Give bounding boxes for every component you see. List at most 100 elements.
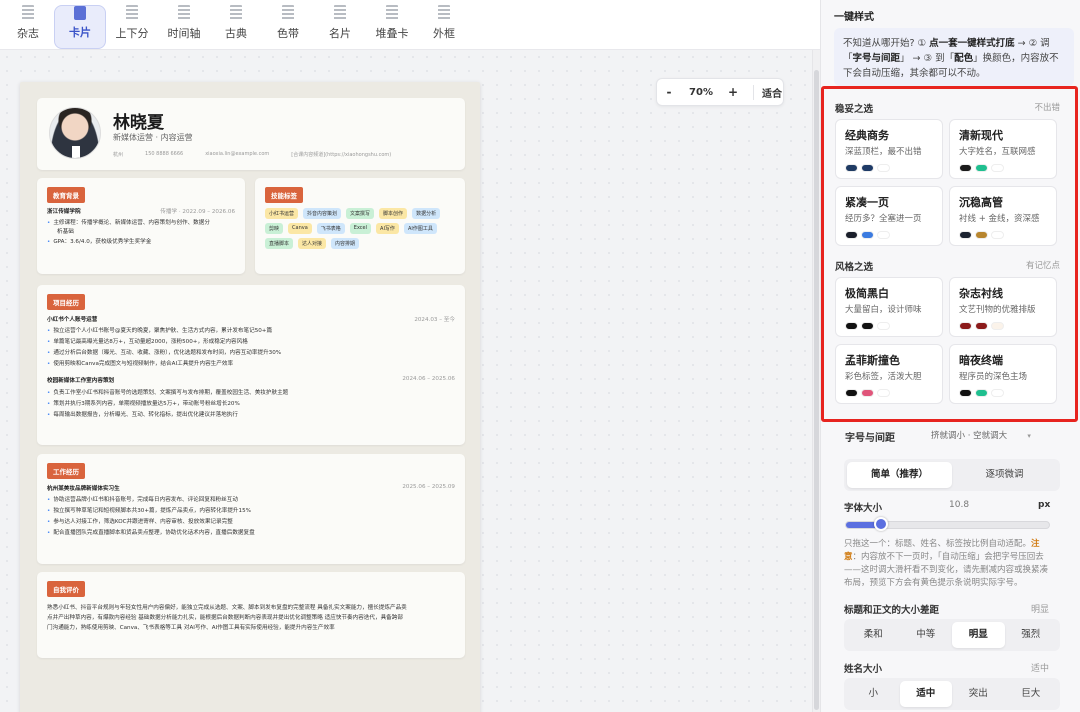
template-tab[interactable]: 外框 [418, 5, 470, 49]
education-bullet-cont: 析基础 [57, 229, 74, 235]
contact-phone: 150 8888 6666 [145, 151, 184, 157]
highlight-box [821, 86, 1078, 422]
template-tab[interactable]: 卡片 [54, 5, 106, 49]
template-tab[interactable]: 名片 [314, 5, 366, 49]
section-tag: 工作经历 [47, 463, 85, 479]
skill-tag: 抖音内容策划 [303, 208, 342, 219]
note-text: 只拖这一个：标题、姓名、标签按比例自动适配。 [844, 539, 1032, 549]
self-evaluation-line: 门沟通能力，熟练使用剪映、Canva、飞书表格等工具 对AI写作、AI作图工具有… [47, 625, 335, 631]
hint-emphasis: 配色 [954, 53, 974, 64]
template-tab[interactable]: 杂志 [2, 5, 54, 49]
segment-option[interactable]: 明显 [952, 622, 1005, 648]
segment-option[interactable]: 适中 [899, 681, 952, 707]
work-bullet: 独立撰写种草笔记和短视频脚本共30+篇，提炼产品卖点，内容转化率提升15% [47, 506, 251, 514]
name-size-label: 姓名大小 [844, 664, 883, 675]
skills-section: 技能标签 小红书运营 抖音内容策划 文案撰写 脚本创作 数据分析 剪映 Canva 飞书表格 E… [255, 178, 465, 274]
template-label: 古典 [225, 27, 247, 40]
template-tab[interactable]: 堆叠卡 [366, 5, 418, 49]
section-tag: 技能标签 [265, 187, 303, 203]
hint-emphasis: 点一套一键样式打底 [929, 38, 1015, 49]
template-icon [386, 5, 398, 21]
template-tab[interactable]: 古典 [210, 5, 262, 49]
hint-text: 」 → ③ 到「 [900, 53, 955, 64]
contrast-selector: 柔和 中等 明显 强烈 [844, 619, 1060, 651]
skill-tag: 剪映 [265, 223, 284, 234]
zoom-fit-button[interactable]: 适合 [753, 84, 782, 100]
self-evaluation-section: 自我评价 熟悉小红书、抖音平台规则与年轻女性用户内容偏好，能独立完成从选题、文案… [37, 572, 465, 658]
font-section-dropdown[interactable]: 挤就调小 · 空就调大 [931, 429, 1031, 441]
skill-tag: 脚本创作 [379, 208, 408, 219]
segment-option[interactable]: 中等 [900, 622, 953, 648]
skill-tag: 小红书运营 [265, 208, 299, 219]
projects-section: 项目经历 小红书个人账号运营 2024.03 – 至今 独立运营个人小红书账号@… [37, 285, 465, 445]
mode-advanced[interactable]: 逐项微调 [952, 462, 1057, 488]
scrollbar-thumb[interactable] [814, 70, 819, 710]
education-section: 教育背景 浙江传媒学院 传播学 · 2022.09 – 2026.06 主修课程… [37, 178, 245, 274]
company-name: 杭州某美妆品牌新媒体实习生 [47, 486, 120, 492]
work-bullet: 协助运营品牌小红书和抖音账号，完成每日内容发布、评论回复和粉丝互动 [47, 495, 238, 503]
work-section: 工作经历 杭州某美妆品牌新媒体实习生 2025.06 – 2025.09 协助运… [37, 454, 465, 564]
project-title: 小红书个人账号运营 [47, 317, 98, 323]
contrast-value: 明显 [1031, 605, 1050, 615]
self-evaluation-line: 点并产出种草内容，有爆款内容经验 基础数据分析能力扎实，能根据后台数据判断内容表… [47, 615, 403, 621]
template-tab[interactable]: 上下分 [106, 5, 158, 49]
template-label: 色带 [277, 27, 299, 40]
template-label: 堆叠卡 [375, 27, 409, 40]
note-text: ：内容放不下一页时，「自动压缩」会把字号压回去——这时调大滑杆看不到变化，请先删… [844, 552, 1049, 588]
segment-option[interactable]: 巨大 [1005, 681, 1058, 707]
contact-email: xiaoxia.lin@example.com [205, 151, 270, 157]
project-bullet: 每周输出数据报告，分析曝光、互动、转化指标，提出优化建议并落地执行 [47, 410, 238, 418]
project-bullet: 策划并执行3期系列内容，单期视频播放量达5万+，带动账号粉丝增长20% [47, 399, 239, 407]
font-size-label: 字体大小 [844, 503, 883, 514]
project-title: 校园新媒体工作室内容策划 [47, 378, 115, 384]
panel-title: 一键样式 [834, 12, 874, 23]
resume-name: 林晓夏 [113, 113, 164, 133]
font-size-slider[interactable] [845, 517, 1050, 531]
skill-tag: 内容排期 [331, 238, 360, 249]
template-icon [282, 5, 294, 21]
skill-tag: 直播脚本 [265, 238, 294, 249]
project-period: 2024.03 – 至今 [414, 317, 455, 323]
skill-tag: 数据分析 [412, 208, 441, 219]
education-bullet: GPA：3.6/4.0，获校级优秀学生奖学金 [47, 237, 151, 245]
name-size-value: 适中 [1031, 664, 1050, 674]
section-tag: 教育背景 [47, 187, 85, 203]
project-bullet: 独立运营个人小红书账号@夏天的晚夏，聚焦护肤、生活方式内容，累计发布笔记50+篇 [47, 326, 272, 334]
template-label: 卡片 [69, 26, 91, 39]
skill-tag: Canva [288, 223, 312, 234]
template-tab[interactable]: 色带 [262, 5, 314, 49]
project-bullet: 单篇笔记最高曝光量达8万+，互动量超2000，涨粉500+，形成稳定内容风格 [47, 337, 247, 345]
project-period: 2024.06 – 2025.06 [402, 376, 455, 382]
mode-switch: 简单（推荐） 逐项微调 [844, 459, 1060, 491]
font-size-note: 只拖这一个：标题、姓名、标签按比例自动适配。注意：内容放不下一页时，「自动压缩」… [844, 538, 1054, 590]
skill-tag: 达人对接 [298, 238, 327, 249]
template-label: 名片 [329, 27, 351, 40]
work-period: 2025.06 – 2025.09 [402, 484, 455, 490]
mode-simple[interactable]: 简单（推荐） [847, 462, 952, 488]
quick-start-hint: 不知道从哪开始? ① 点一套一键样式打底 → ② 调「字号与间距」 → ③ 到「… [834, 28, 1074, 86]
resume-header: 林晓夏 新媒体运营 · 内容运营 杭州 150 8888 6666 xiaoxi… [37, 98, 465, 170]
segment-option[interactable]: 强烈 [1005, 622, 1058, 648]
slider-knob[interactable] [873, 517, 888, 531]
resume-page: 林晓夏 新媒体运营 · 内容运营 杭州 150 8888 6666 xiaoxi… [20, 82, 480, 712]
template-label: 外框 [433, 27, 455, 40]
font-section-title: 字号与间距 [845, 433, 895, 444]
section-tag: 自我评价 [47, 581, 85, 597]
font-size-unit: px [1038, 500, 1051, 510]
segment-option[interactable]: 柔和 [847, 622, 900, 648]
template-tab[interactable]: 时间轴 [158, 5, 210, 49]
zoom-in-button[interactable]: + [721, 85, 745, 99]
template-label: 杂志 [17, 27, 39, 40]
template-label: 上下分 [115, 27, 149, 40]
canvas-scrollbar[interactable] [812, 50, 820, 712]
segment-option[interactable]: 突出 [952, 681, 1005, 707]
project-bullet: 负责工作室小红书和抖音账号的选题策划、文案撰写与发布排期，覆盖校园生活、美妆护肤… [47, 388, 288, 396]
template-icon [438, 5, 450, 21]
font-size-value: 10.8 [949, 500, 970, 510]
skill-tag: 飞书表格 [316, 223, 345, 234]
zoom-level: 70% [689, 86, 713, 98]
segment-option[interactable]: 小 [847, 681, 900, 707]
education-period: 传播学 · 2022.09 – 2026.06 [160, 209, 235, 215]
zoom-out-button[interactable]: - [657, 85, 681, 99]
contact-link: [合课内容频道](https://xiaohongshu.com) [291, 152, 392, 158]
